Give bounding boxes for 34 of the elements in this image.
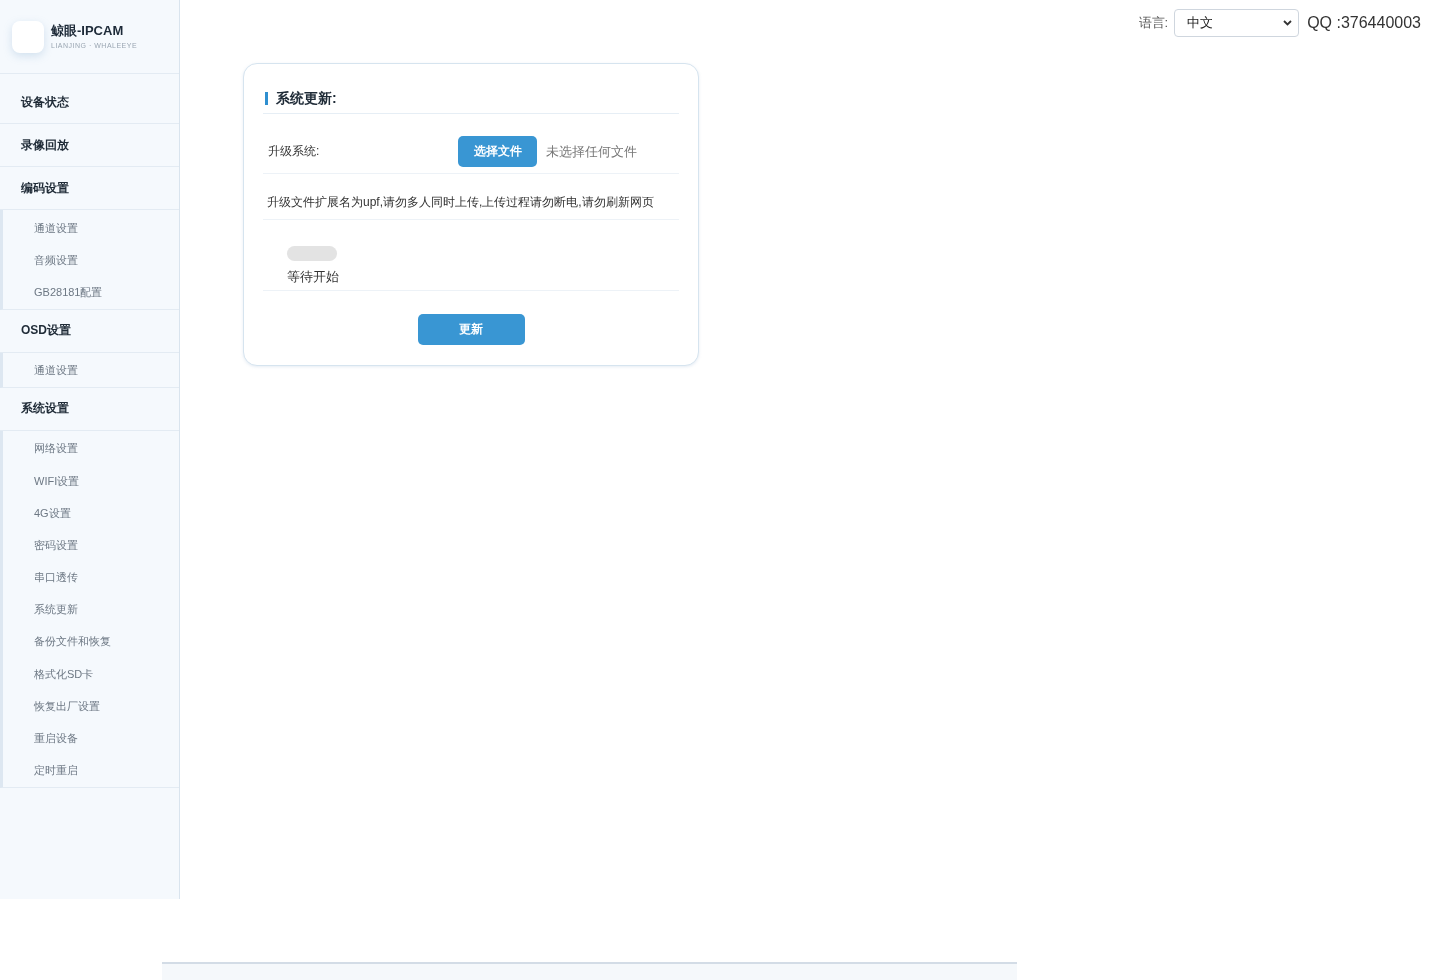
field-label: 升级系统:: [268, 143, 321, 160]
menu-item[interactable]: 音频设置: [34, 252, 78, 268]
menu-item[interactable]: 网络设置: [34, 441, 78, 457]
menu-item[interactable]: 恢复出厂设置: [34, 698, 100, 714]
menu-item[interactable]: 定时重启: [34, 763, 78, 779]
menu-item[interactable]: 4G设置: [34, 505, 71, 521]
notice-text: 升级文件扩展名为upf,请勿多人同时上传,上传过程请勿断电,请勿刷新网页: [267, 194, 654, 211]
progress-status: 等待开始: [287, 268, 339, 285]
logo-tile-icon: [12, 20, 44, 53]
menu-item[interactable]: 系统更新: [34, 602, 78, 618]
menu-item[interactable]: 串口透传: [34, 570, 78, 586]
chevron-down-icon: [1283, 20, 1293, 26]
menu-item[interactable]: WIFI设置: [34, 473, 80, 489]
menu-item[interactable]: 重启设备: [34, 731, 78, 747]
menu-item[interactable]: 通道设置: [34, 363, 78, 379]
accent-bar: [265, 92, 268, 105]
menu-item[interactable]: 备份文件和恢复: [34, 634, 111, 650]
menu-heading[interactable]: 编码设置: [21, 179, 69, 197]
menu-item[interactable]: GB28181配置: [34, 284, 103, 300]
choose-file-button[interactable]: 选择文件: [458, 136, 537, 167]
language-select[interactable]: 中文: [1174, 9, 1300, 37]
menu-item[interactable]: 格式化SD卡: [34, 666, 94, 682]
update-button[interactable]: 更新: [417, 314, 525, 345]
menu-heading[interactable]: OSD设置: [21, 322, 71, 340]
menu-item[interactable]: 密码设置: [34, 537, 78, 553]
menu-item[interactable]: 通道设置: [34, 220, 78, 236]
menu-heading[interactable]: 设备状态: [21, 93, 69, 111]
menu-heading[interactable]: 录像回放: [21, 136, 69, 154]
menu-heading[interactable]: 系统设置: [21, 400, 69, 418]
language-label: 语言:: [1138, 14, 1169, 32]
file-status: 未选择任何文件: [546, 142, 637, 161]
brand-title: 鲸眼-IPCAM: [51, 23, 125, 39]
card-title: 系统更新:: [276, 89, 337, 108]
contact-text: QQ :376440003: [1307, 14, 1421, 32]
